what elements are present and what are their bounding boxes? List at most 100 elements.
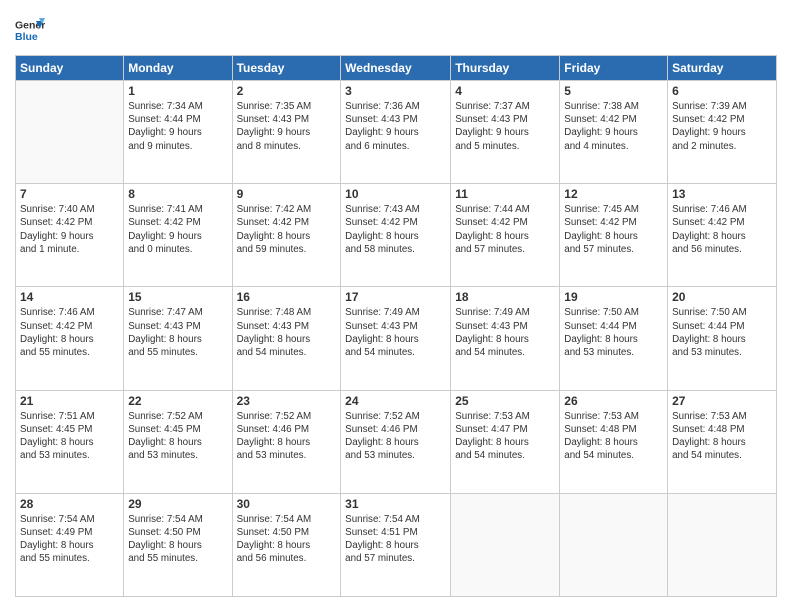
- day-info: Sunrise: 7:53 AM Sunset: 4:48 PM Dayligh…: [672, 410, 772, 463]
- calendar-cell: 21 Sunrise: 7:51 AM Sunset: 4:45 PM Dayli…: [16, 390, 124, 493]
- day-info: Sunrise: 7:47 AM Sunset: 4:43 PM Dayligh…: [128, 306, 227, 359]
- calendar-cell: 27 Sunrise: 7:53 AM Sunset: 4:48 PM Dayli…: [668, 390, 777, 493]
- svg-text:Blue: Blue: [15, 31, 38, 43]
- day-info: Sunrise: 7:36 AM Sunset: 4:43 PM Dayligh…: [345, 100, 446, 153]
- calendar-cell: 26Sunrise: 7:53 AM Sunset: 4:48 PM Dayli…: [560, 390, 668, 493]
- day-number: 30: [237, 497, 337, 511]
- calendar-body: 1Sunrise: 7:34 AM Sunset: 4:44 PM Daylig…: [16, 81, 777, 597]
- calendar-cell: 8 Sunrise: 7:41 AM Sunset: 4:42 PM Daylig…: [124, 184, 232, 287]
- day-number: 21: [20, 394, 119, 408]
- day-info: Sunrise: 7:54 AM Sunset: 4:51 PM Dayligh…: [345, 513, 446, 566]
- calendar-cell: 25Sunrise: 7:53 AM Sunset: 4:47 PM Dayli…: [451, 390, 560, 493]
- day-number: 11: [455, 187, 555, 201]
- day-number: 17: [345, 290, 446, 304]
- day-info: Sunrise: 7:45 AM Sunset: 4:42 PM Dayligh…: [564, 203, 663, 256]
- calendar-cell: [16, 81, 124, 184]
- week-row-1: 1Sunrise: 7:34 AM Sunset: 4:44 PM Daylig…: [16, 81, 777, 184]
- calendar-cell: 18 Sunrise: 7:49 AM Sunset: 4:43 PM Dayli…: [451, 287, 560, 390]
- day-number: 4: [455, 84, 555, 98]
- calendar-cell: 10 Sunrise: 7:43 AM Sunset: 4:42 PM Dayli…: [341, 184, 451, 287]
- day-info: Sunrise: 7:37 AM Sunset: 4:43 PM Dayligh…: [455, 100, 555, 153]
- calendar-cell: 2 Sunrise: 7:35 AM Sunset: 4:43 PM Daylig…: [232, 81, 341, 184]
- calendar-cell: 9 Sunrise: 7:42 AM Sunset: 4:42 PM Daylig…: [232, 184, 341, 287]
- day-number: 12: [564, 187, 663, 201]
- calendar-cell: 1Sunrise: 7:34 AM Sunset: 4:44 PM Daylig…: [124, 81, 232, 184]
- header-cell-tuesday: Tuesday: [232, 56, 341, 81]
- day-info: Sunrise: 7:34 AM Sunset: 4:44 PM Dayligh…: [128, 100, 227, 153]
- day-number: 24: [345, 394, 446, 408]
- calendar-cell: 3 Sunrise: 7:36 AM Sunset: 4:43 PM Daylig…: [341, 81, 451, 184]
- calendar-cell: 31 Sunrise: 7:54 AM Sunset: 4:51 PM Dayli…: [341, 493, 451, 596]
- calendar-cell: 19Sunrise: 7:50 AM Sunset: 4:44 PM Dayli…: [560, 287, 668, 390]
- calendar: SundayMondayTuesdayWednesdayThursdayFrid…: [15, 55, 777, 597]
- calendar-cell: 5Sunrise: 7:38 AM Sunset: 4:42 PM Daylig…: [560, 81, 668, 184]
- calendar-cell: 29 Sunrise: 7:54 AM Sunset: 4:50 PM Dayli…: [124, 493, 232, 596]
- calendar-cell: 28 Sunrise: 7:54 AM Sunset: 4:49 PM Dayli…: [16, 493, 124, 596]
- header-cell-wednesday: Wednesday: [341, 56, 451, 81]
- day-info: Sunrise: 7:38 AM Sunset: 4:42 PM Dayligh…: [564, 100, 663, 153]
- day-info: Sunrise: 7:52 AM Sunset: 4:46 PM Dayligh…: [345, 410, 446, 463]
- calendar-header: SundayMondayTuesdayWednesdayThursdayFrid…: [16, 56, 777, 81]
- day-number: 20: [672, 290, 772, 304]
- calendar-cell: 14 Sunrise: 7:46 AM Sunset: 4:42 PM Dayli…: [16, 287, 124, 390]
- calendar-cell: 24 Sunrise: 7:52 AM Sunset: 4:46 PM Dayli…: [341, 390, 451, 493]
- day-number: 2: [237, 84, 337, 98]
- day-info: Sunrise: 7:54 AM Sunset: 4:49 PM Dayligh…: [20, 513, 119, 566]
- calendar-cell: 23 Sunrise: 7:52 AM Sunset: 4:46 PM Dayli…: [232, 390, 341, 493]
- calendar-cell: 13 Sunrise: 7:46 AM Sunset: 4:42 PM Dayli…: [668, 184, 777, 287]
- day-number: 13: [672, 187, 772, 201]
- week-row-3: 14 Sunrise: 7:46 AM Sunset: 4:42 PM Dayli…: [16, 287, 777, 390]
- day-info: Sunrise: 7:43 AM Sunset: 4:42 PM Dayligh…: [345, 203, 446, 256]
- header-row: SundayMondayTuesdayWednesdayThursdayFrid…: [16, 56, 777, 81]
- week-row-4: 21 Sunrise: 7:51 AM Sunset: 4:45 PM Dayli…: [16, 390, 777, 493]
- day-info: Sunrise: 7:42 AM Sunset: 4:42 PM Dayligh…: [237, 203, 337, 256]
- day-number: 27: [672, 394, 772, 408]
- calendar-cell: 11Sunrise: 7:44 AM Sunset: 4:42 PM Dayli…: [451, 184, 560, 287]
- day-number: 14: [20, 290, 119, 304]
- week-row-2: 7 Sunrise: 7:40 AM Sunset: 4:42 PM Daylig…: [16, 184, 777, 287]
- day-info: Sunrise: 7:48 AM Sunset: 4:43 PM Dayligh…: [237, 306, 337, 359]
- day-info: Sunrise: 7:40 AM Sunset: 4:42 PM Dayligh…: [20, 203, 119, 256]
- day-number: 10: [345, 187, 446, 201]
- day-info: Sunrise: 7:50 AM Sunset: 4:44 PM Dayligh…: [564, 306, 663, 359]
- day-info: Sunrise: 7:54 AM Sunset: 4:50 PM Dayligh…: [237, 513, 337, 566]
- day-info: Sunrise: 7:46 AM Sunset: 4:42 PM Dayligh…: [672, 203, 772, 256]
- header-cell-monday: Monday: [124, 56, 232, 81]
- day-info: Sunrise: 7:54 AM Sunset: 4:50 PM Dayligh…: [128, 513, 227, 566]
- day-info: Sunrise: 7:49 AM Sunset: 4:43 PM Dayligh…: [455, 306, 555, 359]
- header-cell-sunday: Sunday: [16, 56, 124, 81]
- day-number: 9: [237, 187, 337, 201]
- day-number: 18: [455, 290, 555, 304]
- day-info: Sunrise: 7:46 AM Sunset: 4:42 PM Dayligh…: [20, 306, 119, 359]
- calendar-cell: [451, 493, 560, 596]
- day-info: Sunrise: 7:39 AM Sunset: 4:42 PM Dayligh…: [672, 100, 772, 153]
- calendar-cell: 17 Sunrise: 7:49 AM Sunset: 4:43 PM Dayli…: [341, 287, 451, 390]
- calendar-cell: 16 Sunrise: 7:48 AM Sunset: 4:43 PM Dayli…: [232, 287, 341, 390]
- day-info: Sunrise: 7:51 AM Sunset: 4:45 PM Dayligh…: [20, 410, 119, 463]
- header-cell-thursday: Thursday: [451, 56, 560, 81]
- day-number: 8: [128, 187, 227, 201]
- day-info: Sunrise: 7:52 AM Sunset: 4:46 PM Dayligh…: [237, 410, 337, 463]
- header-cell-friday: Friday: [560, 56, 668, 81]
- day-info: Sunrise: 7:49 AM Sunset: 4:43 PM Dayligh…: [345, 306, 446, 359]
- day-number: 28: [20, 497, 119, 511]
- day-number: 31: [345, 497, 446, 511]
- page: General Blue SundayMondayTuesdayWednesda…: [0, 0, 792, 612]
- day-number: 3: [345, 84, 446, 98]
- day-number: 6: [672, 84, 772, 98]
- calendar-cell: [560, 493, 668, 596]
- day-number: 29: [128, 497, 227, 511]
- logo: General Blue: [15, 15, 47, 45]
- day-number: 7: [20, 187, 119, 201]
- day-number: 15: [128, 290, 227, 304]
- day-number: 22: [128, 394, 227, 408]
- day-number: 23: [237, 394, 337, 408]
- calendar-cell: [668, 493, 777, 596]
- calendar-cell: 22Sunrise: 7:52 AM Sunset: 4:45 PM Dayli…: [124, 390, 232, 493]
- day-info: Sunrise: 7:35 AM Sunset: 4:43 PM Dayligh…: [237, 100, 337, 153]
- day-number: 16: [237, 290, 337, 304]
- day-info: Sunrise: 7:50 AM Sunset: 4:44 PM Dayligh…: [672, 306, 772, 359]
- calendar-cell: 12 Sunrise: 7:45 AM Sunset: 4:42 PM Dayli…: [560, 184, 668, 287]
- calendar-cell: 20 Sunrise: 7:50 AM Sunset: 4:44 PM Dayli…: [668, 287, 777, 390]
- day-info: Sunrise: 7:41 AM Sunset: 4:42 PM Dayligh…: [128, 203, 227, 256]
